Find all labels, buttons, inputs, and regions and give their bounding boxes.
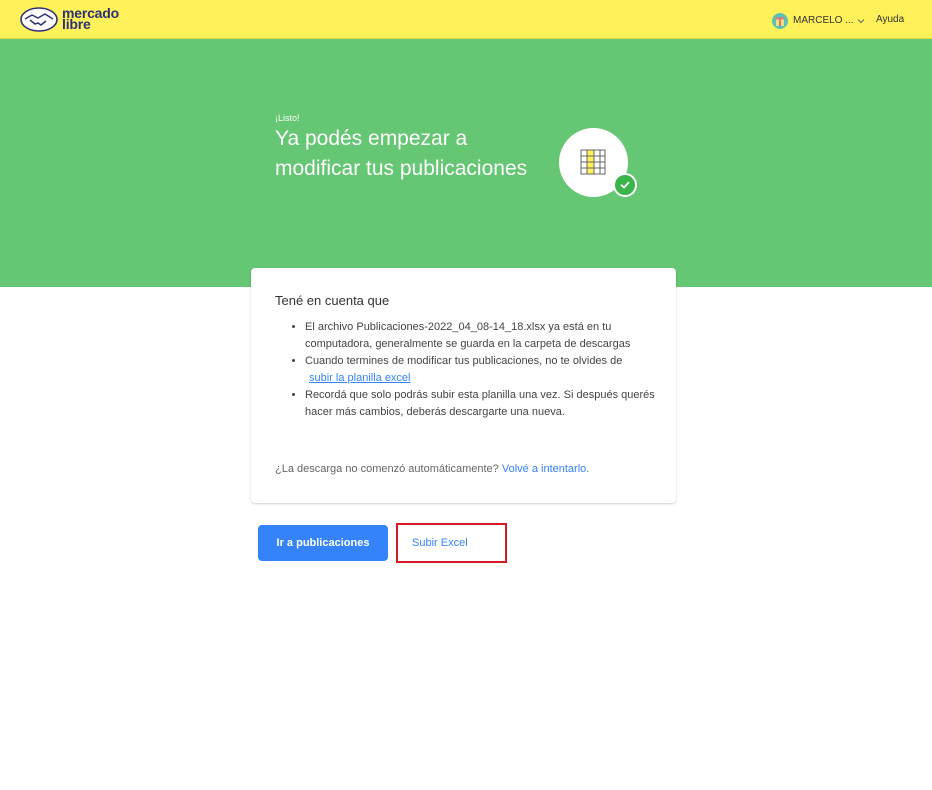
user-menu[interactable]: MARCELO ... <box>772 12 865 29</box>
handshake-logo-icon <box>20 6 58 32</box>
download-retry-note: ¿La descarga no comenzó automáticamente?… <box>275 463 590 475</box>
top-header: mercado libre MARCELO ... Ayuda <box>0 0 932 39</box>
user-avatar-icon <box>772 12 788 29</box>
info-card: Tené en cuenta que El archivo Publicacio… <box>251 268 676 503</box>
logo-wordmark: mercado libre <box>62 5 119 32</box>
mercadolibre-logo[interactable]: mercado libre <box>20 4 119 34</box>
go-to-listings-button[interactable]: Ir a publicaciones <box>258 525 388 561</box>
list-item: El archivo Publicaciones-2022_04_08-14_1… <box>305 319 655 353</box>
upload-excel-button[interactable]: Subir Excel <box>396 523 507 563</box>
card-title: Tené en cuenta que <box>275 293 390 308</box>
page-title: Ya podés empezar a modificar tus publica… <box>275 127 528 180</box>
chevron-down-icon <box>857 18 864 23</box>
info-list: El archivo Publicaciones-2022_04_08-14_1… <box>305 319 655 421</box>
success-check-badge <box>613 173 637 197</box>
success-hero: ¡Listo! Ya podés empezar a modificar tus… <box>0 39 932 287</box>
help-link[interactable]: Ayuda <box>876 14 904 25</box>
upload-excel-link[interactable]: subir la planilla excel <box>309 372 411 384</box>
user-name: MARCELO ... <box>793 15 854 26</box>
check-icon <box>620 181 630 189</box>
list-item: Cuando termines de modificar tus publica… <box>305 353 655 387</box>
retry-download-link[interactable]: Volvé a intentarlo. <box>502 463 589 475</box>
hero-kicker: ¡Listo! <box>275 113 300 123</box>
list-item: Recordá que solo podrás subir esta plani… <box>305 387 655 421</box>
